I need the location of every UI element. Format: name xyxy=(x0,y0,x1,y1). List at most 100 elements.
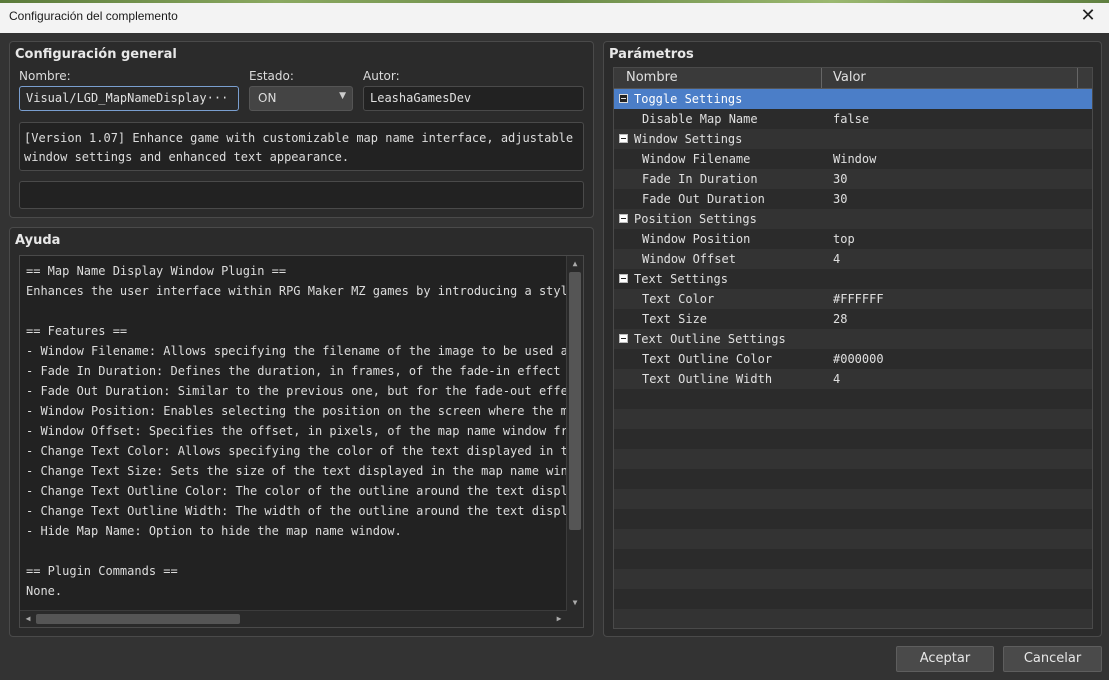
parameter-group-row[interactable]: Text Outline Settings xyxy=(614,329,1092,349)
plugin-name-field[interactable]: Visual/LGD_MapNameDisplay··· ··· xyxy=(19,86,239,111)
parameter-row[interactable]: Text Outline Color #000000 xyxy=(614,349,1092,369)
column-header-name[interactable]: Nombre xyxy=(626,70,678,85)
help-line: - Fade Out Duration: Similar to the prev… xyxy=(26,384,566,398)
description-line: [Version 1.07] Enhance game with customi… xyxy=(24,131,574,145)
parameter-row[interactable]: Window Position top xyxy=(614,229,1092,249)
help-line: - Window Offset: Specifies the offset, i… xyxy=(26,424,566,438)
extra-field[interactable] xyxy=(19,181,584,209)
accept-button[interactable]: Aceptar xyxy=(896,646,994,672)
help-line: == Map Name Display Window Plugin == xyxy=(26,264,287,278)
help-text-area[interactable]: == Map Name Display Window Plugin == Enh… xyxy=(19,255,584,628)
author-label: Autor: xyxy=(363,69,400,83)
parameter-value[interactable]: #FFFFFF xyxy=(833,289,884,309)
parameters-group: Parámetros Nombre Valor Toggle Settings D… xyxy=(603,41,1102,637)
chevron-down-icon: ▼ xyxy=(339,91,346,101)
description-line: window settings and enhanced text appear… xyxy=(24,150,350,164)
help-line: == Plugin Commands == xyxy=(26,564,178,578)
parameter-name: Position Settings xyxy=(634,212,757,226)
help-line: == Features == xyxy=(26,324,128,338)
collapse-icon[interactable] xyxy=(619,134,628,143)
parameter-value[interactable]: 30 xyxy=(833,169,847,189)
parameter-name: Text Color xyxy=(642,292,715,306)
close-icon[interactable]: ✕ xyxy=(1075,4,1101,28)
general-settings-group: Configuración general Nombre: Estado: Au… xyxy=(9,41,594,218)
help-line: - Window Position: Enables selecting the… xyxy=(26,404,566,418)
parameter-group-row[interactable]: Position Settings xyxy=(614,209,1092,229)
description-box: [Version 1.07] Enhance game with customi… xyxy=(19,122,584,171)
parameter-value[interactable]: #000000 xyxy=(833,349,884,369)
empty-row xyxy=(614,489,1092,509)
parameter-group-row[interactable]: Toggle Settings xyxy=(614,89,1092,109)
parameter-row[interactable]: Window Offset 4 xyxy=(614,249,1092,269)
help-line: - Change Text Color: Allows specifying t… xyxy=(26,444,566,458)
parameter-name: Fade Out Duration xyxy=(642,192,765,206)
help-line: - Change Text Size: Sets the size of the… xyxy=(26,464,566,478)
parameter-row[interactable]: Fade In Duration 30 xyxy=(614,169,1092,189)
parameter-value[interactable]: 28 xyxy=(833,309,847,329)
help-line: - Change Text Outline Width: The width o… xyxy=(26,504,566,518)
parameters-tree[interactable]: Nombre Valor Toggle Settings Disable Map … xyxy=(613,67,1093,629)
parameter-name: Fade In Duration xyxy=(642,172,758,186)
collapse-icon[interactable] xyxy=(619,274,628,283)
parameter-row[interactable]: Text Outline Width 4 xyxy=(614,369,1092,389)
help-group: Ayuda == Map Name Display Window Plugin … xyxy=(9,227,594,637)
column-header-value[interactable]: Valor xyxy=(833,70,866,85)
parameter-group-row[interactable]: Text Settings xyxy=(614,269,1092,289)
status-select-value: ON xyxy=(258,91,277,105)
help-horizontal-scroll-thumb[interactable] xyxy=(36,614,240,624)
title-bar: Configuración del complemento ✕ xyxy=(0,0,1109,34)
empty-row xyxy=(614,409,1092,429)
column-separator[interactable] xyxy=(821,68,822,88)
parameter-row[interactable]: Window Filename Window xyxy=(614,149,1092,169)
empty-row xyxy=(614,389,1092,409)
parameter-name: Text Settings xyxy=(634,272,728,286)
parameter-name: Window Position xyxy=(642,232,751,246)
scroll-up-icon[interactable]: ▲ xyxy=(568,257,582,271)
parameter-name: Text Outline Color xyxy=(642,352,773,366)
parameter-name: Window Settings xyxy=(634,132,743,146)
parameter-value[interactable]: 30 xyxy=(833,189,847,209)
help-line: - Hide Map Name: Option to hide the map … xyxy=(26,524,402,538)
parameter-value[interactable]: top xyxy=(833,229,855,249)
scrollbar-corner xyxy=(567,611,583,627)
cancel-button[interactable]: Cancelar xyxy=(1003,646,1102,672)
empty-row xyxy=(614,469,1092,489)
collapse-icon[interactable] xyxy=(619,334,628,343)
name-label: Nombre: xyxy=(19,69,71,83)
dialog-body: Configuración general Nombre: Estado: Au… xyxy=(0,33,1109,680)
empty-row xyxy=(614,569,1092,589)
scroll-down-icon[interactable]: ▼ xyxy=(568,596,582,610)
scroll-right-icon[interactable]: ▶ xyxy=(552,612,566,626)
status-select[interactable]: ON ▼ xyxy=(249,86,353,111)
parameter-row[interactable]: Text Color #FFFFFF xyxy=(614,289,1092,309)
title-bar-accent xyxy=(0,0,1109,3)
general-settings-title: Configuración general xyxy=(15,47,177,62)
empty-row xyxy=(614,609,1092,628)
parameter-value[interactable]: 4 xyxy=(833,249,840,269)
parameter-row[interactable]: Disable Map Name false xyxy=(614,109,1092,129)
parameter-name: Window Filename xyxy=(642,152,751,166)
help-line: - Change Text Outline Color: The color o… xyxy=(26,484,566,498)
help-horizontal-scrollbar[interactable]: ◀ ▶ xyxy=(20,610,567,627)
empty-row xyxy=(614,429,1092,449)
parameter-name: Text Outline Width xyxy=(642,372,773,386)
parameter-name: Window Offset xyxy=(642,252,736,266)
parameters-title: Parámetros xyxy=(609,47,694,62)
parameter-row[interactable]: Text Size 28 xyxy=(614,309,1092,329)
parameter-row[interactable]: Fade Out Duration 30 xyxy=(614,189,1092,209)
scroll-left-icon[interactable]: ◀ xyxy=(21,612,35,626)
column-separator[interactable] xyxy=(1077,68,1078,88)
parameter-group-row[interactable]: Window Settings xyxy=(614,129,1092,149)
parameter-value[interactable]: 4 xyxy=(833,369,840,389)
collapse-icon[interactable] xyxy=(619,94,628,103)
parameter-value[interactable]: Window xyxy=(833,149,876,169)
parameter-name: Text Outline Settings xyxy=(634,332,786,346)
empty-row xyxy=(614,529,1092,549)
parameter-value[interactable]: false xyxy=(833,109,869,129)
collapse-icon[interactable] xyxy=(619,214,628,223)
author-field[interactable]: LeashaGamesDev xyxy=(363,86,584,111)
help-vertical-scrollbar[interactable]: ▲ ▼ xyxy=(566,256,583,611)
parameter-name: Disable Map Name xyxy=(642,112,758,126)
empty-row xyxy=(614,589,1092,609)
help-vertical-scroll-thumb[interactable] xyxy=(569,272,581,530)
